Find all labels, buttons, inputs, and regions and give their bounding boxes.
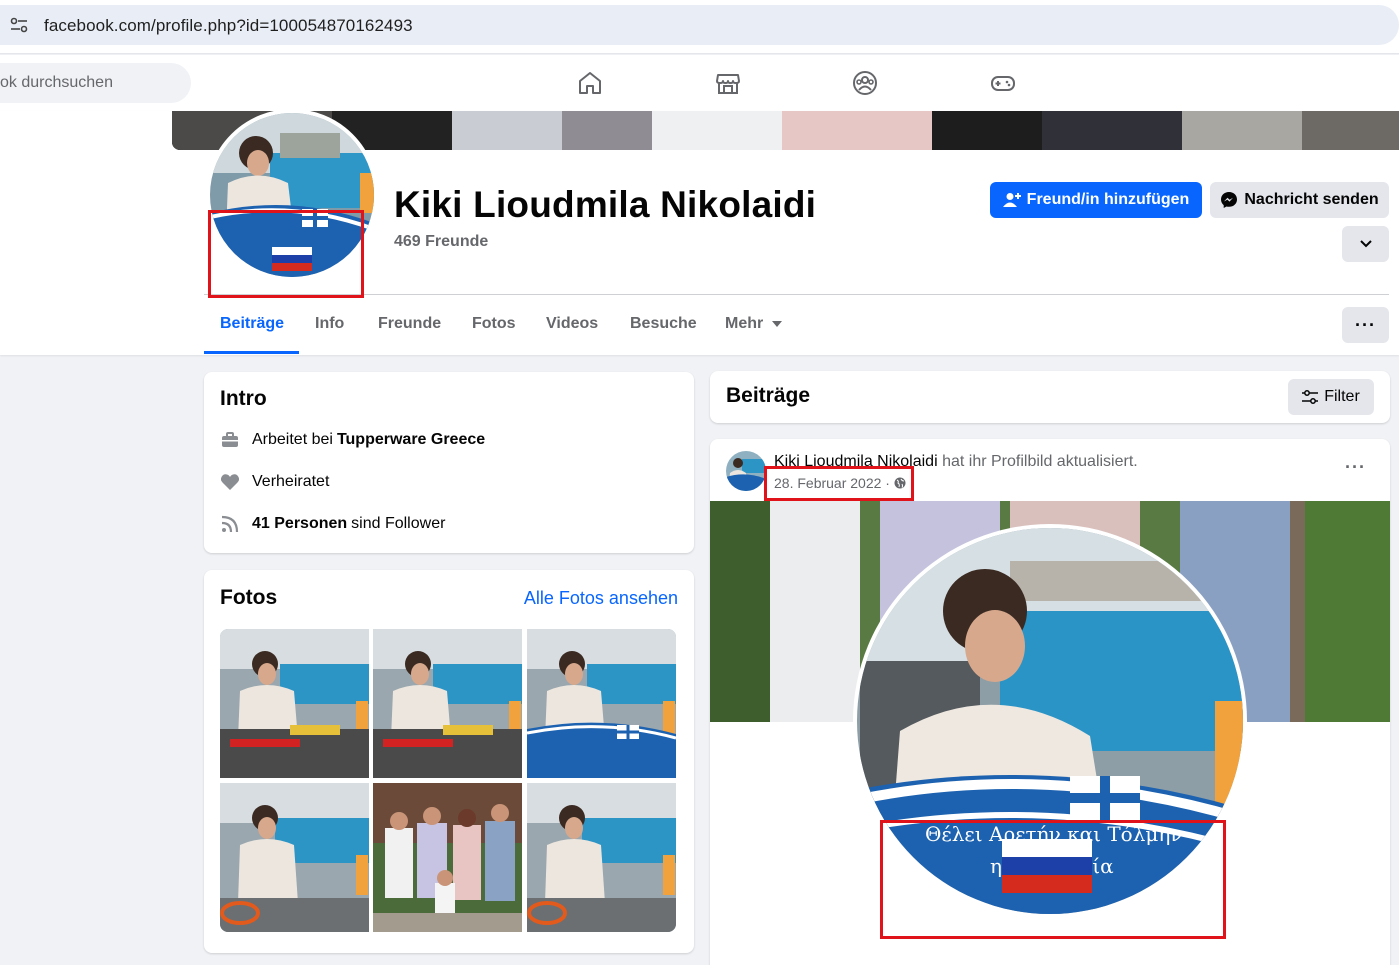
tab-freunde[interactable]: Freunde — [378, 315, 441, 333]
add-friend-label: Freund/in hinzufügen — [1026, 191, 1190, 208]
tab-mehr-label: Mehr — [725, 315, 764, 332]
photo-thumbnail[interactable] — [220, 629, 369, 778]
post-author-avatar-image — [726, 451, 766, 491]
photo-thumbnail-image — [527, 783, 676, 932]
photos-title: Fotos — [220, 586, 278, 609]
gaming-icon[interactable] — [989, 69, 1017, 97]
filter-label: Filter — [1324, 388, 1360, 405]
profile-name: Kiki Lioudmila Nikolaidi — [394, 184, 817, 225]
post-more-dots-icon: ··· — [1345, 457, 1366, 477]
header-divider — [204, 294, 1389, 295]
intro-relationship-text: Verheiratet — [252, 473, 330, 490]
send-message-button[interactable]: Nachricht senden — [1210, 182, 1389, 218]
see-all-photos-link[interactable]: Alle Fotos ansehen — [524, 588, 678, 609]
intro-work: Arbeitet bei Tupperware Greece — [220, 430, 489, 450]
intro-followers-count[interactable]: 41 Personen — [252, 515, 347, 533]
url-field[interactable]: facebook.com/profile.php?id=100054870162… — [0, 5, 1399, 45]
tab-fotos[interactable]: Fotos — [472, 315, 516, 333]
send-message-label: Nachricht senden — [1244, 191, 1379, 208]
photo-thumbnail[interactable] — [373, 783, 522, 932]
tab-besuche[interactable]: Besuche — [630, 315, 697, 333]
browser-address-bar: facebook.com/profile.php?id=100054870162… — [0, 0, 1399, 54]
search-placeholder[interactable]: ok durchsuchen — [0, 74, 113, 92]
rss-icon — [221, 515, 239, 533]
filter-sliders-icon — [1302, 390, 1319, 404]
photo-thumbnail-image — [527, 629, 676, 778]
intro-followers: 41 Personen sind Follower — [220, 514, 445, 534]
groups-icon[interactable] — [851, 69, 879, 97]
home-icon[interactable] — [576, 69, 604, 97]
photo-thumbnail[interactable] — [373, 629, 522, 778]
tab-videos[interactable]: Videos — [546, 315, 598, 333]
photo-thumbnail[interactable] — [527, 783, 676, 932]
add-friend-button[interactable]: Freund/in hinzufügen — [990, 182, 1202, 218]
more-options-button[interactable]: ··· — [1342, 307, 1389, 343]
photo-thumbnail-image — [373, 629, 522, 778]
photos-card: Fotos Alle Fotos ansehen — [204, 570, 694, 953]
intro-work-prefix: Arbeitet bei — [252, 431, 333, 448]
photo-thumbnail[interactable] — [527, 629, 676, 778]
post-options-button[interactable]: ··· — [1345, 457, 1366, 478]
post-action-text: hat ihr Profilbild aktualisiert. — [942, 453, 1138, 470]
briefcase-icon — [222, 432, 238, 447]
highlight-box-post-date — [764, 466, 914, 501]
photo-thumbnail-image — [373, 783, 522, 932]
url-text[interactable]: facebook.com/profile.php?id=100054870162… — [44, 16, 413, 36]
profile-options-dropdown[interactable] — [1342, 226, 1389, 262]
tab-info[interactable]: Info — [315, 315, 344, 333]
caret-down-icon — [771, 320, 782, 327]
photo-thumbnail[interactable] — [220, 783, 369, 932]
marketplace-icon[interactable] — [714, 69, 742, 97]
intro-work-company[interactable]: Tupperware Greece — [337, 431, 485, 449]
facebook-top-nav: ok durchsuchen — [0, 55, 1399, 111]
active-tab-indicator — [204, 351, 299, 354]
intro-relationship: Verheiratet — [220, 472, 329, 492]
add-friend-icon — [1002, 193, 1021, 207]
tab-beitraege[interactable]: Beiträge — [220, 315, 284, 333]
highlight-box-post-flag — [880, 820, 1226, 939]
photo-thumbnail-image — [220, 783, 369, 932]
friends-count[interactable]: 469 Freunde — [394, 233, 488, 251]
more-dots-icon: ··· — [1355, 314, 1376, 335]
messenger-icon — [1221, 192, 1238, 208]
chevron-down-icon — [1359, 240, 1372, 248]
posts-header-card: Beiträge Filter — [710, 371, 1390, 423]
intro-followers-suffix: sind Follower — [351, 515, 446, 532]
highlight-box-profile-flag — [208, 210, 364, 298]
post-author-avatar[interactable] — [726, 451, 766, 491]
intro-card: Intro Arbeitet bei Tupperware Greece Ver… — [204, 372, 694, 553]
site-settings-icon[interactable] — [10, 17, 28, 33]
filter-button[interactable]: Filter — [1288, 379, 1374, 415]
heart-icon — [220, 474, 240, 490]
intro-title: Intro — [220, 387, 267, 410]
posts-title: Beiträge — [726, 384, 811, 407]
tab-mehr[interactable]: Mehr — [725, 315, 782, 333]
photo-thumbnail-image — [220, 629, 369, 778]
search-input[interactable]: ok durchsuchen — [0, 63, 191, 103]
